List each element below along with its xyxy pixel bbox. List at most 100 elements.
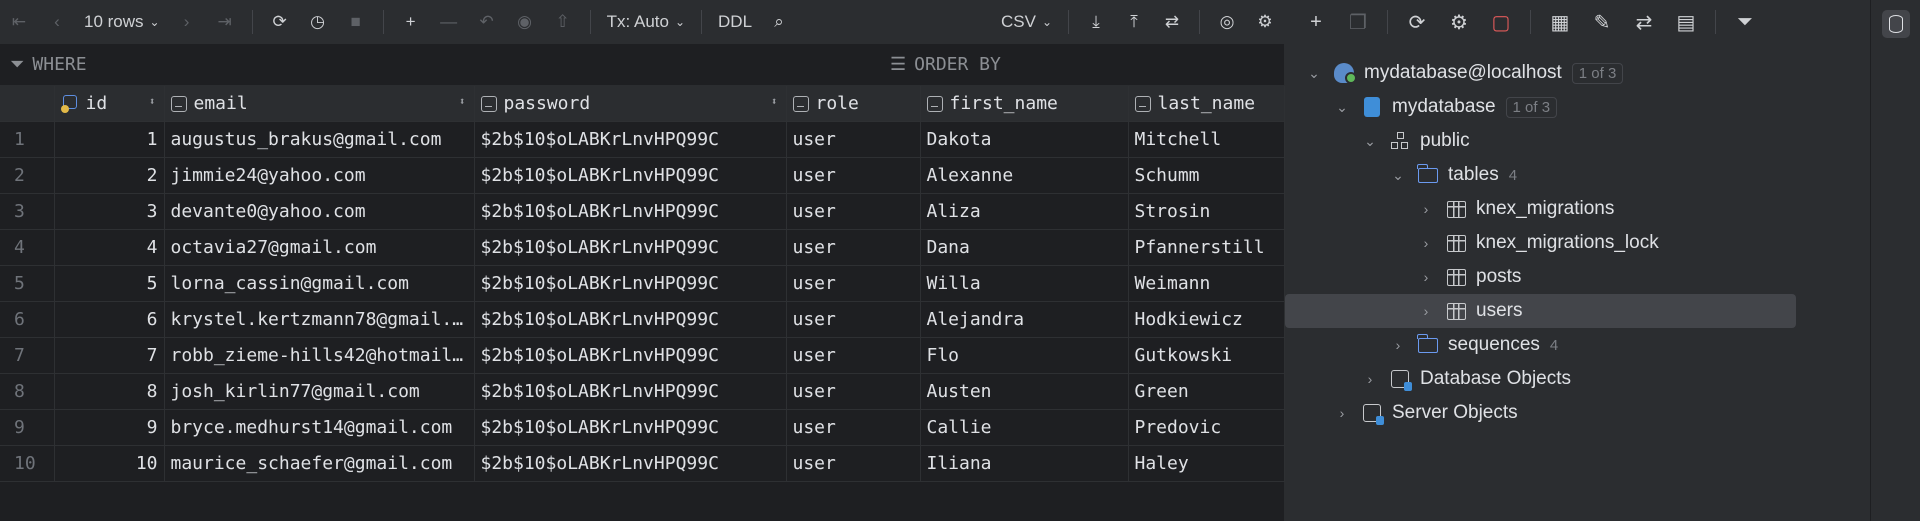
page-size-dropdown[interactable]: 10 rows ⌄ [78, 7, 166, 37]
table-row[interactable]: 2 2 jimmie24@yahoo.com $2b$10$oLABKrLnvHPQ9… [0, 157, 1285, 194]
table-row[interactable]: 6 6 krystel.kertzmann78@gmail.com $2b$10$oL… [0, 301, 1285, 338]
cell-password[interactable]: $2b$10$oLABKrLnvHPQ99C [474, 265, 787, 302]
chevron-down-icon[interactable]: ⌄ [1361, 133, 1379, 150]
column-header-email[interactable]: email ⬍ [164, 86, 475, 122]
cell-role[interactable]: user [786, 229, 921, 266]
cell-email[interactable]: lorna_cassin@gmail.com [164, 265, 475, 302]
cell-first-name[interactable]: Alexanne [920, 157, 1129, 194]
chevron-right-icon[interactable]: › [1361, 371, 1379, 387]
sort-toggle-icon[interactable]: ⬍ [459, 95, 466, 108]
cell-last-name[interactable]: Mitchell [1128, 121, 1285, 158]
column-header-password[interactable]: password ⬍ [474, 86, 787, 122]
cell-first-name[interactable]: Austen [920, 373, 1129, 410]
table-row[interactable]: 10 10 maurice_schaefer@gmail.com $2b$10$oLA… [0, 445, 1285, 482]
filter-funnel-icon[interactable]: ⏷ [1726, 7, 1764, 37]
cell-role[interactable]: user [786, 157, 921, 194]
database-tool-window-icon[interactable] [1882, 10, 1910, 38]
cell-last-name[interactable]: Green [1128, 373, 1285, 410]
last-page-icon[interactable]: ⇥ [208, 7, 242, 37]
cell-id[interactable]: 5 [54, 265, 165, 302]
cell-password[interactable]: $2b$10$oLABKrLnvHPQ99C [474, 445, 787, 482]
cell-password[interactable]: $2b$10$oLABKrLnvHPQ99C [474, 337, 787, 374]
cell-id[interactable]: 8 [54, 373, 165, 410]
cell-first-name[interactable]: Dakota [920, 121, 1129, 158]
tree-node-table[interactable]: › posts [1285, 260, 1870, 294]
search-icon[interactable]: ⌕ [762, 7, 796, 37]
table-icon[interactable]: ▦ [1541, 7, 1579, 37]
chevron-right-icon[interactable]: › [1417, 303, 1435, 319]
settings-gear-icon[interactable]: ⚙ [1248, 7, 1282, 37]
download-icon[interactable]: ⤓ [1079, 7, 1113, 37]
tree-node-database[interactable]: ⌄ mydatabase 1 of 3 [1285, 90, 1870, 124]
cell-id[interactable]: 4 [54, 229, 165, 266]
chevron-right-icon[interactable]: › [1333, 405, 1351, 421]
cell-last-name[interactable]: Haley [1128, 445, 1285, 482]
order-by-input[interactable]: ☰ ORDER BY [890, 54, 1001, 75]
cell-id[interactable]: 1 [54, 121, 165, 158]
table-row[interactable]: 8 8 josh_kirlin77@gmail.com $2b$10$oLABKrLn… [0, 373, 1285, 410]
table-row[interactable]: 3 3 devante0@yahoo.com $2b$10$oLABKrLnvHPQ9… [0, 193, 1285, 230]
cell-password[interactable]: $2b$10$oLABKrLnvHPQ99C [474, 409, 787, 446]
cell-role[interactable]: user [786, 445, 921, 482]
cell-id[interactable]: 2 [54, 157, 165, 194]
cell-first-name[interactable]: Aliza [920, 193, 1129, 230]
cell-role[interactable]: user [786, 265, 921, 302]
cell-role[interactable]: user [786, 121, 921, 158]
cell-email[interactable]: josh_kirlin77@gmail.com [164, 373, 475, 410]
tree-node-table[interactable]: › knex_migrations [1285, 192, 1870, 226]
console-icon[interactable]: ▤ [1667, 7, 1705, 37]
chevron-right-icon[interactable]: › [1417, 269, 1435, 285]
cell-email[interactable]: bryce.medhurst14@gmail.com [164, 409, 475, 446]
cell-role[interactable]: user [786, 373, 921, 410]
previous-page-icon[interactable]: ‹ [40, 7, 74, 37]
upload-icon[interactable]: ⤒ [1117, 7, 1151, 37]
transaction-mode-dropdown[interactable]: Tx: Auto ⌄ [601, 7, 691, 37]
tree-node-table[interactable]: › knex_migrations_lock [1285, 226, 1870, 260]
tree-node-tables-folder[interactable]: ⌄ tables 4 [1285, 158, 1870, 192]
add-row-icon[interactable]: + [394, 7, 428, 37]
stop-icon[interactable]: ■ [339, 7, 373, 37]
column-header-id[interactable]: id ⬍ [54, 86, 165, 122]
edit-pencil-icon[interactable]: ✎ [1583, 7, 1621, 37]
cell-first-name[interactable]: Callie [920, 409, 1129, 446]
row-number[interactable]: 9 [0, 409, 55, 446]
cell-id[interactable]: 9 [54, 409, 165, 446]
row-number[interactable]: 1 [0, 121, 55, 158]
cell-id[interactable]: 6 [54, 301, 165, 338]
delete-row-icon[interactable]: — [432, 7, 466, 37]
row-number[interactable]: 5 [0, 265, 55, 302]
where-filter-input[interactable]: ⏷ WHERE [10, 54, 87, 75]
chevron-down-icon[interactable]: ⌄ [1389, 167, 1407, 184]
cell-id[interactable]: 3 [54, 193, 165, 230]
cell-first-name[interactable]: Flo [920, 337, 1129, 374]
ddl-button[interactable]: DDL [712, 7, 758, 37]
cell-password[interactable]: $2b$10$oLABKrLnvHPQ99C [474, 301, 787, 338]
cell-last-name[interactable]: Pfannerstill [1128, 229, 1285, 266]
cell-password[interactable]: $2b$10$oLABKrLnvHPQ99C [474, 229, 787, 266]
chevron-down-icon[interactable]: ⌄ [1305, 65, 1323, 82]
add-icon[interactable]: + [1297, 7, 1335, 37]
sort-toggle-icon[interactable]: ⬍ [149, 95, 156, 108]
chevron-right-icon[interactable]: › [1417, 201, 1435, 217]
row-number[interactable]: 8 [0, 373, 55, 410]
cell-role[interactable]: user [786, 409, 921, 446]
compare-icon[interactable]: ⇄ [1155, 7, 1189, 37]
copy-icon[interactable]: ❐ [1339, 7, 1377, 37]
disconnect-icon[interactable]: ▢ [1482, 7, 1520, 37]
cell-email[interactable]: robb_zieme-hills42@hotmail.com [164, 337, 475, 374]
jump-to-source-icon[interactable]: ⇄ [1625, 7, 1663, 37]
tree-node-schema[interactable]: ⌄ public [1285, 124, 1870, 158]
cell-password[interactable]: $2b$10$oLABKrLnvHPQ99C [474, 373, 787, 410]
column-header-role[interactable]: role [786, 86, 921, 122]
history-clock-icon[interactable]: ◷ [301, 7, 335, 37]
table-row[interactable]: 1 1 augustus_brakus@gmail.com $2b$10$oLABKr… [0, 121, 1285, 158]
row-number[interactable]: 3 [0, 193, 55, 230]
table-row[interactable]: 9 9 bryce.medhurst14@gmail.com $2b$10$oLABK… [0, 409, 1285, 446]
cell-password[interactable]: $2b$10$oLABKrLnvHPQ99C [474, 193, 787, 230]
row-number[interactable]: 6 [0, 301, 55, 338]
submit-icon[interactable]: ⇧ [546, 7, 580, 37]
chevron-right-icon[interactable]: › [1389, 337, 1407, 353]
cell-role[interactable]: user [786, 301, 921, 338]
view-eye-icon[interactable]: ◎ [1210, 7, 1244, 37]
preview-changes-icon[interactable]: ◉ [508, 7, 542, 37]
